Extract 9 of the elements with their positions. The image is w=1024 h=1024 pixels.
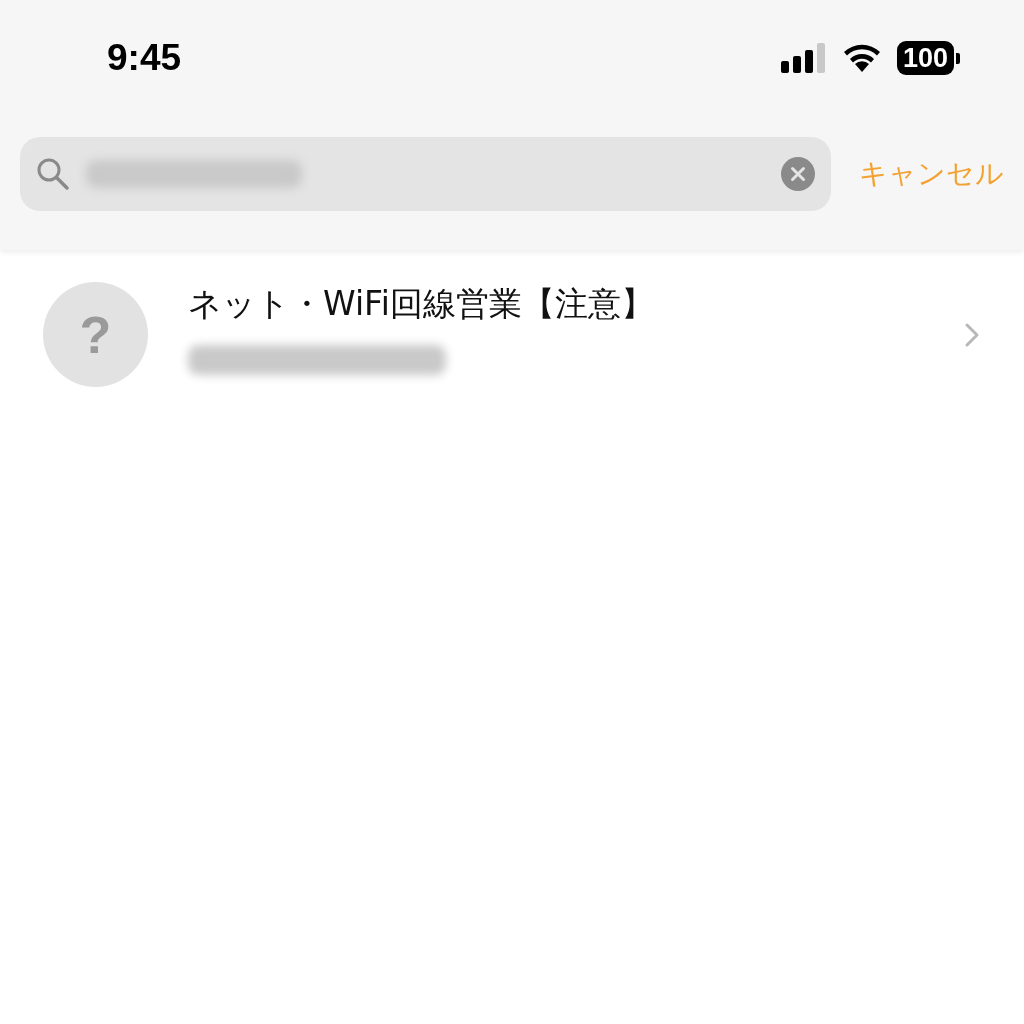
contact-name[interactable]: ネット・WiFi回線営業【注意】 — [188, 282, 924, 327]
signal-icon — [780, 43, 827, 73]
unknown-avatar: ? — [43, 282, 148, 387]
clear-icon[interactable] — [781, 157, 815, 191]
wifi-icon — [842, 44, 881, 72]
search-icon — [36, 157, 70, 191]
search-field[interactable] — [20, 137, 831, 211]
chevron-icon — [964, 321, 980, 348]
status-time: 9:45 — [107, 37, 182, 79]
